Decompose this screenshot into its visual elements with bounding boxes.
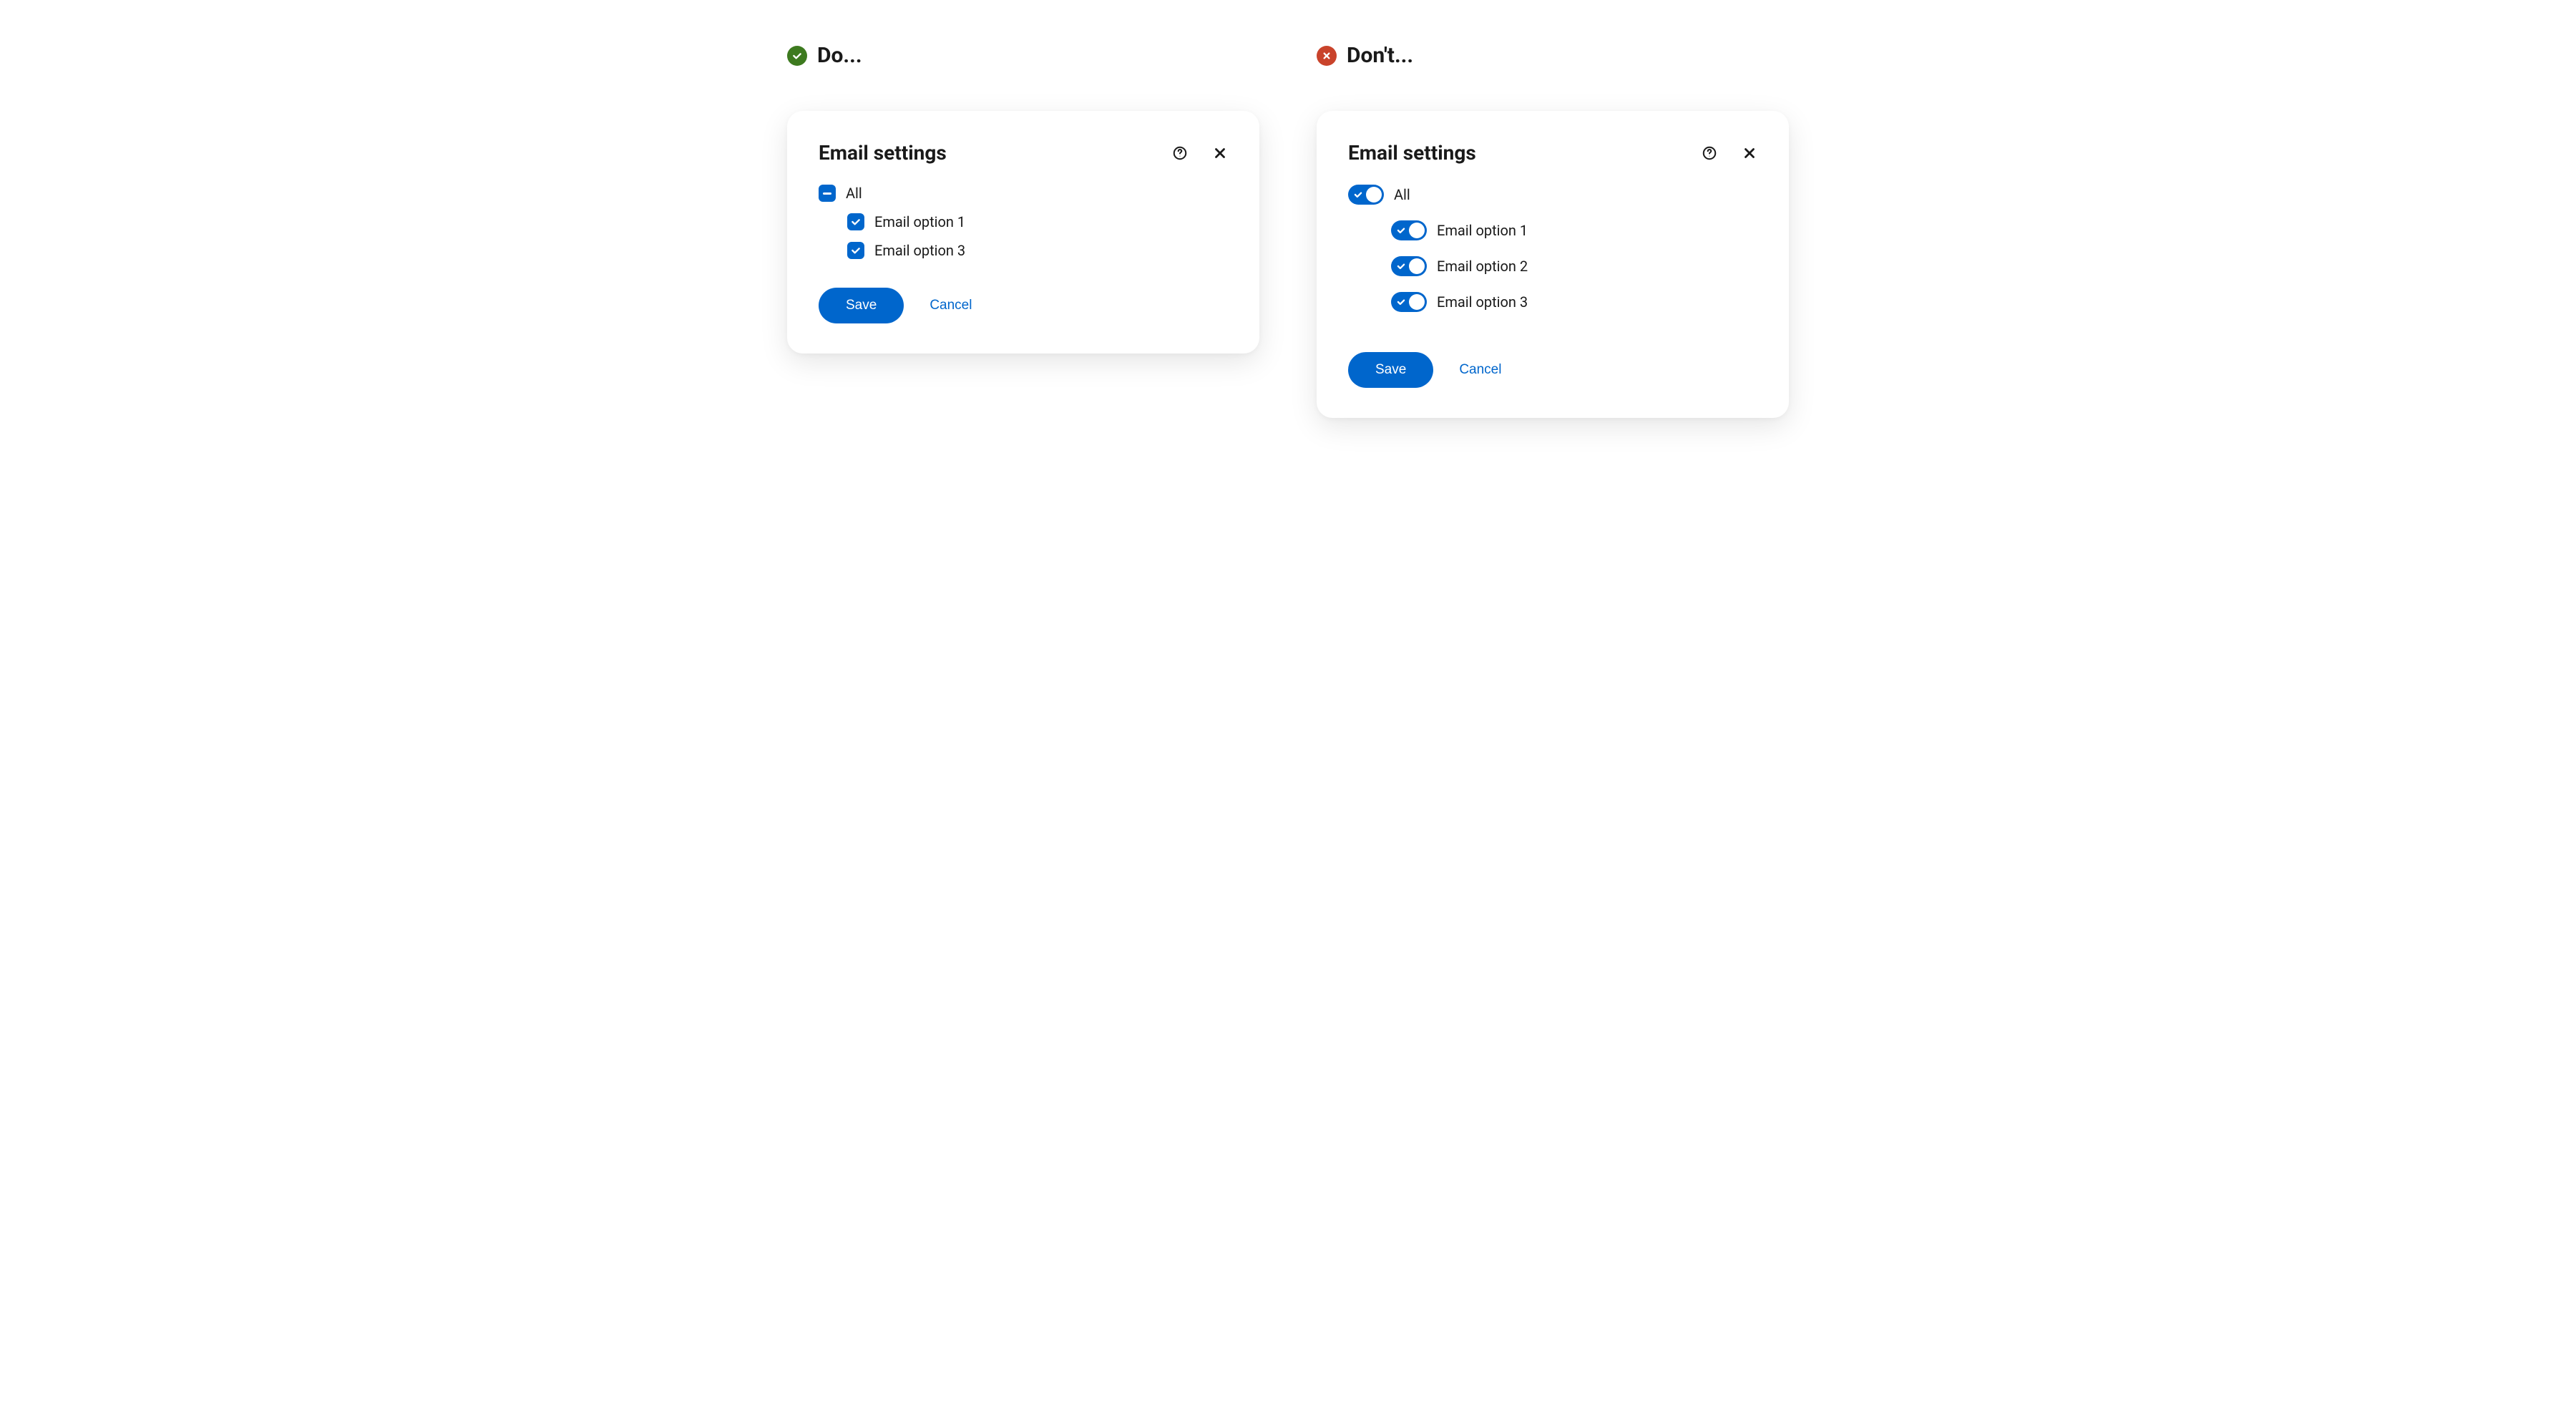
do-card: Email settings All — [787, 111, 1259, 354]
help-button[interactable] — [1702, 145, 1717, 161]
do-card-header: Email settings — [819, 141, 1228, 165]
dont-option-3-label: Email option 3 — [1437, 293, 1528, 311]
do-card-footer: Save Cancel — [819, 288, 1228, 323]
dont-card-header-actions — [1702, 145, 1757, 161]
comparison-container: Do... Email settings All — [787, 43, 1789, 418]
checkbox-checked[interactable] — [847, 242, 864, 259]
dont-header: Don't... — [1317, 43, 1789, 68]
save-button[interactable]: Save — [1348, 352, 1433, 388]
do-option-all-label: All — [846, 185, 862, 202]
cancel-button[interactable]: Cancel — [930, 298, 972, 313]
dont-option-all-label: All — [1394, 186, 1410, 203]
do-card-header-actions — [1172, 145, 1228, 161]
cancel-button[interactable]: Cancel — [1459, 362, 1501, 378]
do-option-3: Email option 3 — [819, 242, 1228, 259]
dont-option-2: Email option 2 — [1348, 256, 1757, 276]
help-button[interactable] — [1172, 145, 1188, 161]
close-button[interactable] — [1212, 145, 1228, 161]
dont-option-all: All — [1348, 185, 1757, 205]
dont-option-1-label: Email option 1 — [1437, 222, 1528, 239]
dont-card-header: Email settings — [1348, 141, 1757, 165]
toggle-on[interactable] — [1391, 220, 1427, 240]
do-title: Do... — [817, 43, 862, 68]
do-option-1: Email option 1 — [819, 213, 1228, 230]
toggle-on[interactable] — [1348, 185, 1384, 205]
dont-card-title: Email settings — [1348, 141, 1702, 165]
dont-card: Email settings All — [1317, 111, 1789, 418]
do-option-list: All Email option 1 Email option 3 — [819, 185, 1228, 259]
do-option-all: All — [819, 185, 1228, 202]
dont-card-footer: Save Cancel — [1348, 352, 1757, 388]
dont-option-1: Email option 1 — [1348, 220, 1757, 240]
do-column: Do... Email settings All — [787, 43, 1259, 418]
save-button[interactable]: Save — [819, 288, 904, 323]
checkbox-checked[interactable] — [847, 213, 864, 230]
check-circle-icon — [787, 46, 807, 66]
close-button[interactable] — [1742, 145, 1757, 161]
toggle-on[interactable] — [1391, 292, 1427, 312]
dont-column: Don't... Email settings — [1317, 43, 1789, 418]
dont-option-2-label: Email option 2 — [1437, 258, 1528, 275]
do-header: Do... — [787, 43, 1259, 68]
dont-option-3: Email option 3 — [1348, 292, 1757, 312]
dont-option-list: All Email option 1 Email option 2 — [1348, 185, 1757, 312]
x-circle-icon — [1317, 46, 1337, 66]
do-option-3-label: Email option 3 — [874, 242, 965, 259]
toggle-on[interactable] — [1391, 256, 1427, 276]
dont-title: Don't... — [1347, 43, 1413, 68]
do-option-1-label: Email option 1 — [874, 213, 965, 230]
do-card-title: Email settings — [819, 141, 1172, 165]
checkbox-indeterminate[interactable] — [819, 185, 836, 202]
